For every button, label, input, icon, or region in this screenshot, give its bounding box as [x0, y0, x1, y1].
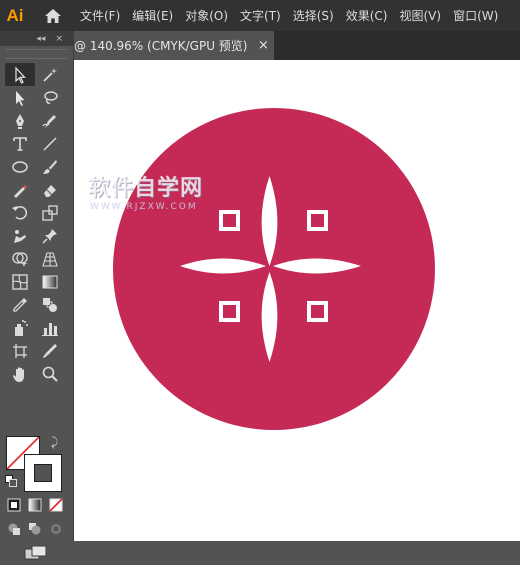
menu-type[interactable]: 文字(T) [240, 7, 281, 24]
color-mode-row [6, 497, 64, 513]
app-logo: Ai [6, 5, 24, 25]
column-graph-icon[interactable] [35, 316, 65, 339]
menu-file[interactable]: 文件(F) [80, 7, 120, 24]
perspective-grid-icon[interactable] [35, 247, 65, 270]
mesh-icon[interactable] [5, 270, 35, 293]
zoom-icon[interactable] [35, 362, 65, 385]
menu-bar: Ai 文件(F) 编辑(E) 对象(O) 文字(T) 选择(S) 效果(C) 视… [0, 0, 520, 31]
tool-grid [5, 63, 65, 385]
direct-selection-icon[interactable] [5, 86, 35, 109]
document-tab-bar: @ 140.96% (CMYK/GPU 预览) × [74, 31, 520, 60]
selection-tool-icon[interactable] [5, 63, 35, 86]
default-fill-stroke-icon[interactable] [5, 475, 17, 487]
menu-effect[interactable]: 效果(C) [346, 7, 388, 24]
shape-builder-icon[interactable] [5, 247, 35, 270]
fill-stroke-area: ⤸ [5, 435, 69, 495]
artboard-canvas[interactable]: 软件自学网 WWW.RJZXW.COM [74, 60, 520, 541]
shaper-icon[interactable] [5, 178, 35, 201]
color-mode-button[interactable] [6, 497, 22, 513]
draw-mode-row [6, 521, 64, 537]
menu-view[interactable]: 视图(V) [399, 7, 441, 24]
menu-edit[interactable]: 编辑(E) [132, 7, 173, 24]
close-tab-button[interactable]: × [258, 38, 269, 53]
draw-normal-button[interactable] [6, 521, 22, 537]
red-circle[interactable] [113, 108, 435, 430]
scale-icon[interactable] [35, 201, 65, 224]
hand-icon[interactable] [5, 362, 35, 385]
draw-behind-button[interactable] [27, 521, 43, 537]
gradient-icon[interactable] [35, 270, 65, 293]
curvature-icon[interactable] [35, 109, 65, 132]
magic-wand-icon[interactable] [35, 63, 65, 86]
symbol-sprayer-icon[interactable] [5, 316, 35, 339]
menu-object[interactable]: 对象(O) [185, 7, 228, 24]
stroke-swatch[interactable] [24, 454, 62, 492]
rotate-icon[interactable] [5, 201, 35, 224]
lasso-icon[interactable] [35, 86, 65, 109]
puppet-warp-icon[interactable] [5, 224, 35, 247]
slice-icon[interactable] [35, 339, 65, 362]
eraser-icon[interactable] [35, 178, 65, 201]
tools-panel: ◂◂ × ⤸ [0, 31, 74, 560]
gradient-mode-button[interactable] [27, 497, 43, 513]
paintbrush-icon[interactable] [35, 155, 65, 178]
draw-inside-button[interactable] [48, 521, 64, 537]
artwork[interactable] [74, 60, 520, 541]
document-tab[interactable]: @ 140.96% (CMYK/GPU 预览) × [74, 31, 274, 60]
line-segment-icon[interactable] [35, 132, 65, 155]
close-panel-button[interactable]: × [55, 34, 63, 44]
none-mode-button[interactable] [48, 497, 64, 513]
type-icon[interactable] [5, 132, 35, 155]
home-icon[interactable] [42, 0, 64, 31]
screen-mode-button[interactable] [24, 545, 48, 565]
menu-window[interactable]: 窗口(W) [453, 7, 498, 24]
menu-items: 文件(F) 编辑(E) 对象(O) 文字(T) 选择(S) 效果(C) 视图(V… [80, 7, 510, 24]
document-tab-title: @ 140.96% (CMYK/GPU 预览) [74, 39, 248, 53]
swap-fill-stroke-icon[interactable]: ⤸ [51, 435, 58, 450]
menu-select[interactable]: 选择(S) [293, 7, 334, 24]
stroke-swatch-inner [34, 464, 52, 482]
blend-icon[interactable] [35, 293, 65, 316]
panel-header: ◂◂ × [0, 31, 73, 46]
panel-grip[interactable] [6, 49, 67, 59]
collapse-panel-button[interactable]: ◂◂ [36, 34, 45, 44]
pen-icon[interactable] [5, 109, 35, 132]
ellipse-icon[interactable] [5, 155, 35, 178]
pin-icon[interactable] [35, 224, 65, 247]
artboard-icon[interactable] [5, 339, 35, 362]
eyedropper-icon[interactable] [5, 293, 35, 316]
